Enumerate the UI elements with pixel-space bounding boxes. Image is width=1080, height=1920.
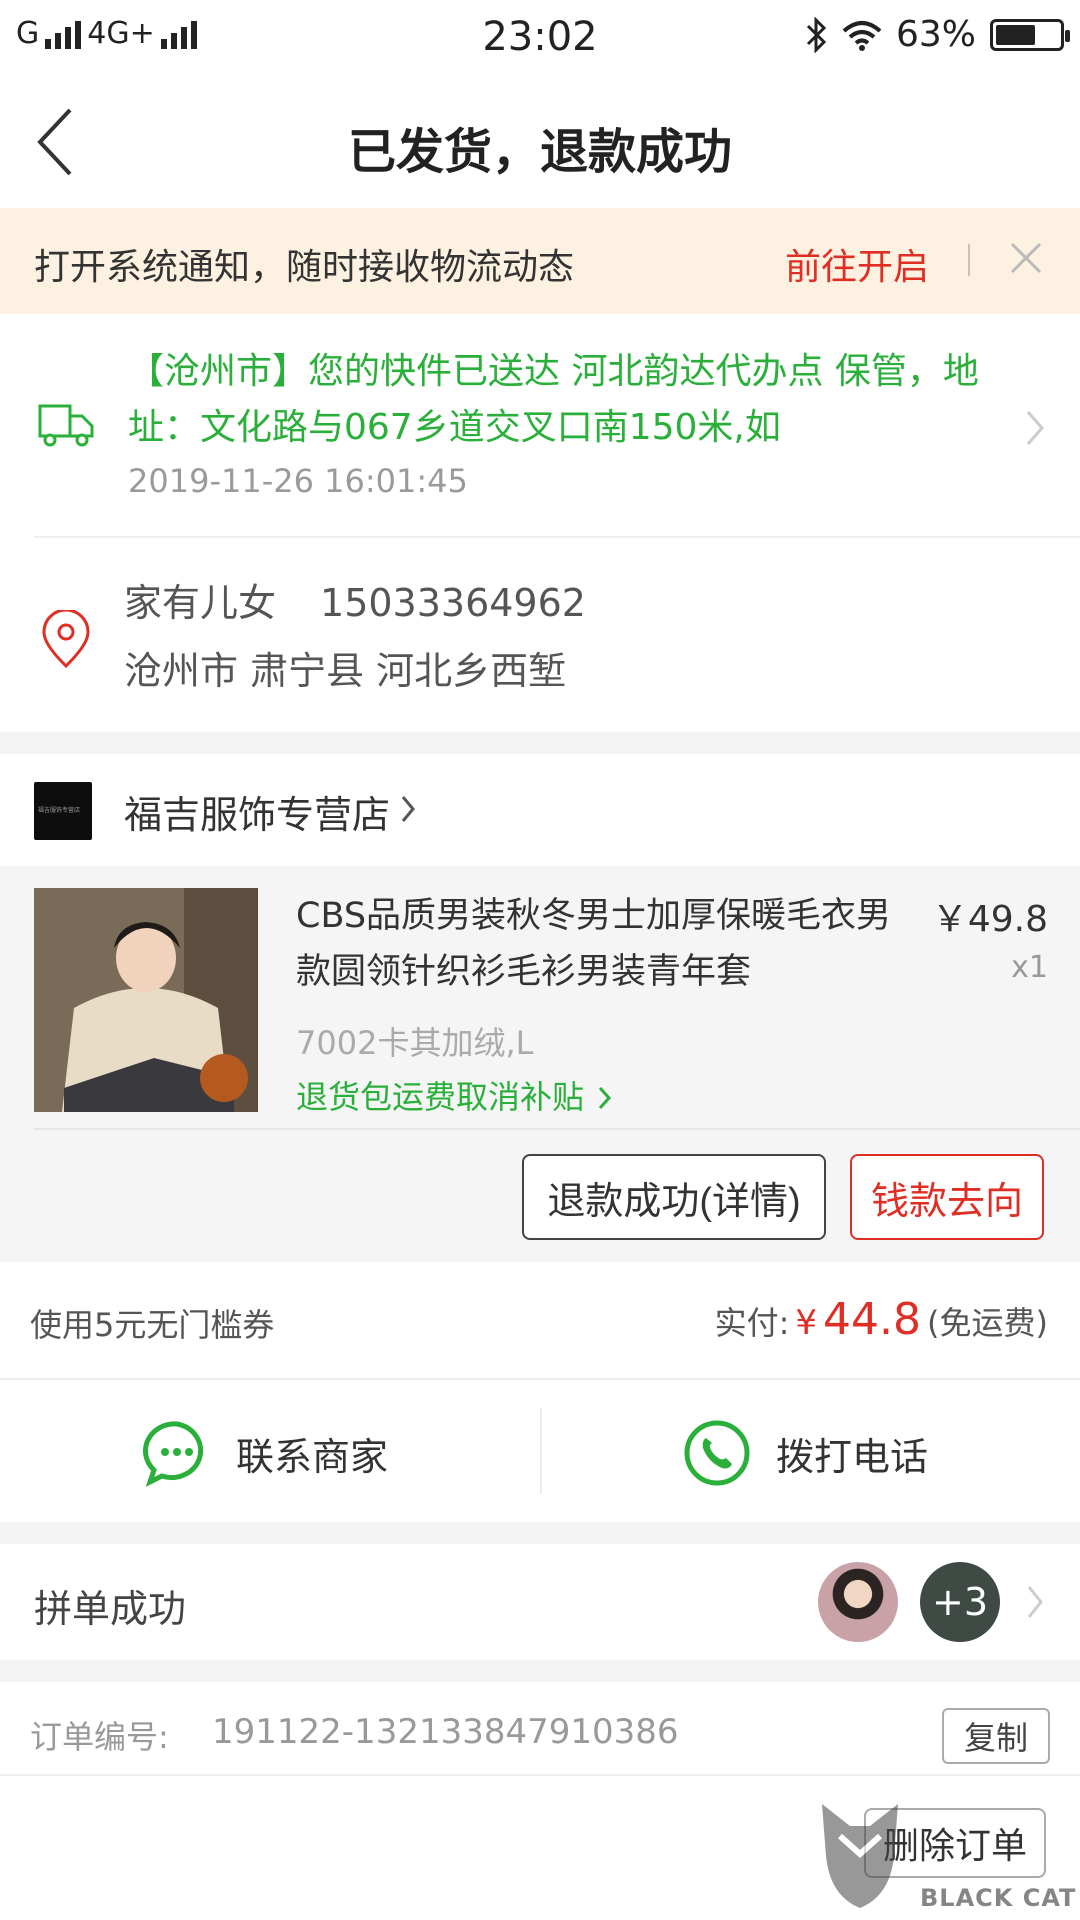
product-sku: 7002卡其加绒,L [296, 1024, 534, 1062]
recipient-address: 沧州市 肃宁县 河北乡西堑 [124, 649, 567, 693]
recipient-name: 家有儿女 [124, 581, 277, 625]
chevron-right-icon [401, 796, 415, 822]
group-status: 拼单成功 [34, 1587, 187, 1631]
watermark-logo: BLACK CAT [810, 1796, 1080, 1920]
bluetooth-icon [806, 16, 827, 53]
order-actions: 退款成功(详情) 钱款去向 [0, 1128, 1080, 1262]
recipient-phone: 15033364962 [320, 581, 586, 625]
order-number: 191122-132133847910386 [212, 1712, 679, 1752]
status-right: 63% [804, 14, 1070, 55]
battery-icon [990, 18, 1070, 51]
close-icon[interactable] [1006, 238, 1046, 278]
call-label: 拨打电话 [776, 1434, 929, 1479]
more-members-badge: +3 [920, 1562, 1000, 1642]
actions-divider [34, 1128, 1080, 1130]
notice-divider [968, 244, 970, 276]
section-gap [0, 732, 1080, 754]
shop-logo-text: 福吉服饰专营店 [38, 807, 81, 814]
product-quantity: x1 [1011, 950, 1048, 985]
product-image[interactable] [34, 888, 258, 1112]
section-divider [34, 536, 1080, 538]
shipping-address: 家有儿女 15033364962 沧州市 肃宁县 河北乡西堑 [0, 540, 1080, 732]
chevron-right-icon [599, 1086, 612, 1110]
paid-value: 44.8 [823, 1294, 922, 1345]
order-number-row: 订单编号: 191122-132133847910386 复制 [0, 1682, 1080, 1776]
subsidy-text: 退货包运费取消补贴 [296, 1078, 585, 1116]
page-title: 已发货，退款成功 [347, 124, 732, 180]
contact-bar: 联系商家 拨打电话 [0, 1378, 1080, 1522]
copy-button[interactable]: 复制 [942, 1708, 1050, 1764]
recipient-line: 家有儿女 15033364962 [124, 572, 586, 627]
battery-percent: 63% [895, 14, 976, 55]
logistics-status[interactable]: 【沧州市】您的快件已送达 河北韵达代办点 保管，地址：文化路与067乡道交叉口南… [0, 314, 1080, 540]
product-price: ￥49.8 [931, 899, 1048, 940]
refund-detail-button[interactable]: 退款成功(详情) [522, 1154, 826, 1240]
chat-bubble-icon [143, 1421, 204, 1487]
contact-merchant-button[interactable]: 联系商家 [142, 1418, 388, 1488]
logistics-message: 【沧州市】您的快件已送达 河北韵达代办点 保管，地址：文化路与067乡道交叉口南… [128, 351, 979, 448]
shop-name: 福吉服饰专营店 [124, 793, 391, 837]
watermark-text: BLACK CAT [920, 1884, 1077, 1912]
enable-notification-link[interactable]: 前往开启 [785, 238, 929, 290]
shop-logo: 福吉服饰专营店 [34, 782, 92, 840]
shop-header[interactable]: 福吉服饰专营店 福吉服饰专营店 [0, 754, 1080, 866]
subsidy-link[interactable]: 退货包运费取消补贴 [296, 1072, 612, 1118]
contact-divider [0, 1378, 1080, 1380]
notification-banner: 打开系统通知，随时接收物流动态 前往开启 [0, 208, 1080, 314]
truck-icon [38, 404, 94, 447]
product-photo-illustration [34, 888, 258, 1112]
contact-separator [540, 1408, 542, 1494]
payment-summary: 使用5元无门槛券 实付: ¥ 44.8 (免运费) [0, 1262, 1080, 1376]
coupon-info: 使用5元无门槛券 [30, 1306, 275, 1344]
nav-bar: 已发货，退款成功 [0, 76, 1080, 208]
paid-amount: 实付: ¥ 44.8 (免运费) [715, 1294, 1048, 1345]
notice-text: 打开系统通知，随时接收物流动态 [34, 247, 575, 288]
chevron-right-icon [1026, 411, 1044, 445]
wifi-icon [842, 20, 882, 51]
section-gap [0, 1522, 1080, 1544]
call-button[interactable]: 拨打电话 [682, 1418, 928, 1488]
status-bar: G 4G+ 23:02 63% [0, 0, 1080, 76]
battery-fill [996, 24, 1035, 45]
money-flow-button[interactable]: 钱款去向 [850, 1154, 1044, 1240]
shipping-note: (免运费) [927, 1304, 1048, 1342]
order-number-label: 订单编号: [30, 1718, 169, 1756]
paid-label: 实付: [714, 1304, 790, 1342]
phone-icon [684, 1420, 750, 1486]
section-gap [0, 1660, 1080, 1682]
location-pin-icon [42, 610, 90, 669]
group-buy-row[interactable]: 拼单成功 +3 [0, 1544, 1080, 1660]
chevron-right-icon [1027, 1586, 1043, 1618]
contact-merchant-label: 联系商家 [236, 1434, 389, 1479]
product-title: CBS品质男装秋冬男士加厚保暖毛衣男款圆领针织衫毛衫男装青年套 [296, 896, 892, 992]
currency-symbol: ¥ [795, 1303, 818, 1343]
logistics-time: 2019-11-26 16:01:45 [128, 462, 468, 500]
product-item[interactable]: CBS品质男装秋冬男士加厚保暖毛衣男款圆领针织衫毛衫男装青年套 ￥49.8 x1… [0, 866, 1080, 1128]
avatar [818, 1562, 898, 1642]
